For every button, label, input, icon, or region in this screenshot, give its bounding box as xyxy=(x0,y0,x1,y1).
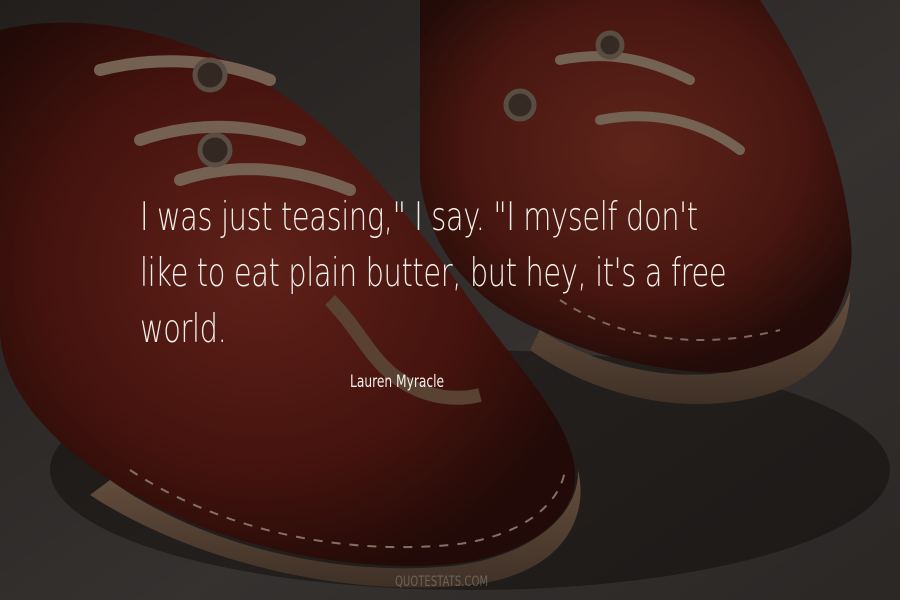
quote-text: I was just teasing," I say. "I myself do… xyxy=(140,190,727,358)
quote-author: Lauren Myracle xyxy=(350,372,445,392)
quote-line: like to eat plain butter, but hey, it's … xyxy=(140,251,727,296)
quote-line: world. xyxy=(140,307,227,352)
site-watermark: QUOTESTATS.COM xyxy=(395,574,489,590)
quote-line: I was just teasing," I say. "I myself do… xyxy=(140,195,698,240)
quote-image: I was just teasing," I say. "I myself do… xyxy=(0,0,900,600)
